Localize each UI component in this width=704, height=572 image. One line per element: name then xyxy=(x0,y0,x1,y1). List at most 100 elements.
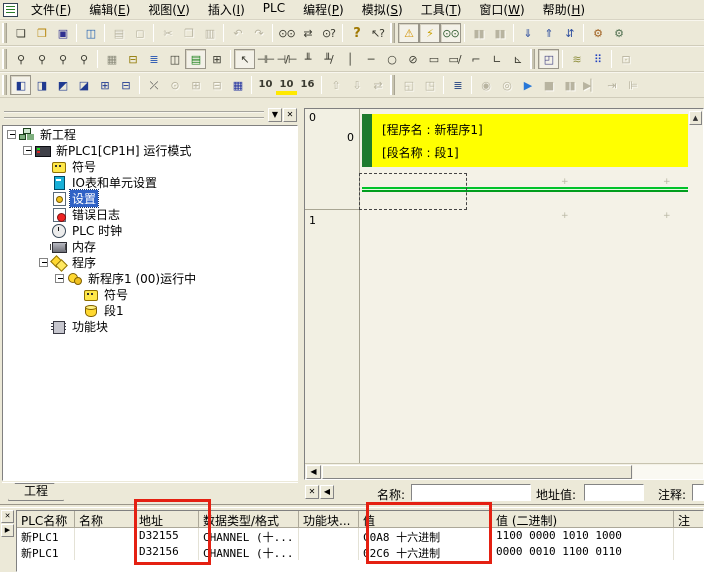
table-cell[interactable] xyxy=(75,544,135,560)
selected-ladder-cell[interactable] xyxy=(359,173,467,210)
new-coil-icon[interactable]: ○ xyxy=(381,49,402,69)
column-header[interactable]: 功能块... xyxy=(299,511,359,528)
column-header[interactable]: 地址 xyxy=(135,511,199,528)
table-cell[interactable]: 02C6 十六进制 xyxy=(359,544,492,560)
new-fb-invocation-icon[interactable]: ⌐ xyxy=(465,49,486,69)
scroll-up-icon[interactable]: ▲ xyxy=(689,111,702,125)
tree-item-程序[interactable]: 程序 xyxy=(3,254,297,270)
open-file-icon[interactable]: ❐ xyxy=(31,23,52,43)
column-header[interactable]: 注 xyxy=(674,511,704,528)
monitor-icon[interactable]: ⊙⊙ xyxy=(440,23,461,43)
cross-reference-icon[interactable]: ⤫ xyxy=(143,75,164,95)
mnemonic-window-icon[interactable]: ◨ xyxy=(31,75,52,95)
menu-item-9[interactable]: 窗口(W) xyxy=(470,0,533,20)
collapse-expander-icon[interactable] xyxy=(7,130,16,139)
help-icon[interactable]: ? xyxy=(346,23,367,43)
new-closed-contact-icon[interactable]: ⊣/⊢ xyxy=(276,49,297,69)
ladder-window-icon[interactable]: ◧ xyxy=(10,75,31,95)
compile-icon[interactable]: ◫ xyxy=(80,23,101,43)
table-cell[interactable]: 1100 0000 1010 1000 xyxy=(492,528,674,544)
horizontal-line-icon[interactable]: ─ xyxy=(360,49,381,69)
collapse-expander-icon[interactable] xyxy=(23,146,32,155)
expand-right-icon[interactable]: ▶ xyxy=(1,524,14,537)
toolbar-handle[interactable] xyxy=(2,49,7,69)
menu-item-1[interactable]: 文件(F) xyxy=(22,0,80,20)
close-icon[interactable]: ✕ xyxy=(1,510,14,523)
tree-item-内存[interactable]: 内存 xyxy=(3,238,297,254)
new-contact-icon[interactable]: ⊣⊢ xyxy=(255,49,276,69)
column-header[interactable]: 数据类型/格式 xyxy=(199,511,299,528)
tree-item-功能块[interactable]: 功能块 xyxy=(3,318,297,334)
column-header[interactable]: PLC名称 xyxy=(17,511,75,528)
collapse-expander-icon[interactable] xyxy=(39,258,48,267)
tree-item-新工程[interactable]: 新工程 xyxy=(3,126,297,142)
table-cell[interactable]: 新PLC1 xyxy=(17,528,75,544)
scroll-left-icon[interactable]: ◀ xyxy=(306,465,321,479)
tree-item-新程序1 (00)运行中[interactable]: 新程序1 (00)运行中 xyxy=(3,270,297,286)
find-icon[interactable]: ⊙⊙ xyxy=(276,23,297,43)
ladder-view-icon[interactable]: ▤ xyxy=(185,49,206,69)
compare-with-plc-icon[interactable]: ⇵ xyxy=(559,23,580,43)
new-closed-coil-icon[interactable]: ⊘ xyxy=(402,49,423,69)
symbol-window-icon[interactable]: ◩ xyxy=(52,75,73,95)
download-to-plc-icon[interactable]: ⇓ xyxy=(517,23,538,43)
stacked-views-icon[interactable]: ≋ xyxy=(566,49,587,69)
select-tool-icon[interactable]: ↖ xyxy=(234,49,255,69)
table-cell[interactable] xyxy=(75,528,135,544)
table-cell[interactable]: CHANNEL (十... xyxy=(199,528,299,544)
save-icon[interactable]: ▣ xyxy=(52,23,73,43)
table-row[interactable]: 新PLC1 D32155CHANNEL (十... C0A8 十六进制1100 00… xyxy=(17,528,703,544)
panel-close-icon[interactable]: ✕ xyxy=(283,108,297,122)
watch-window-icon[interactable]: ≣ xyxy=(447,75,468,95)
new-instruction-icon[interactable]: ▭ xyxy=(423,49,444,69)
menu-item-5[interactable]: PLC xyxy=(254,0,294,20)
split-window-icon[interactable]: ◫ xyxy=(164,49,185,69)
symbol-table-icon[interactable]: ≣ xyxy=(143,49,164,69)
table-cell[interactable] xyxy=(674,544,704,560)
run-icon[interactable]: ▶ xyxy=(517,75,538,95)
menu-item-3[interactable]: 视图(V) xyxy=(139,0,199,20)
menu-item-10[interactable]: 帮助(H) xyxy=(534,0,594,20)
online-edit-icon[interactable]: ⚙ xyxy=(587,23,608,43)
simulator-online-icon[interactable]: ⚡ xyxy=(419,23,440,43)
table-row[interactable]: 新PLC1D32156CHANNEL (十...02C6 十六进制0000 00… xyxy=(17,544,703,560)
toolbar-handle[interactable] xyxy=(2,75,7,95)
grid-toggle-icon[interactable]: ▦ xyxy=(101,49,122,69)
scrollbar-track[interactable] xyxy=(633,465,703,479)
zoom-fit-icon[interactable]: ⚲ xyxy=(73,49,94,69)
table-cell[interactable] xyxy=(299,544,359,560)
new-fb-parameter-icon[interactable]: ∟ xyxy=(486,49,507,69)
new-file-icon[interactable]: ❏ xyxy=(10,23,31,43)
settings-window-icon[interactable]: ⊞ xyxy=(94,75,115,95)
address-field[interactable] xyxy=(584,484,644,501)
project-panel-gripper[interactable]: ▼ ✕ xyxy=(2,108,298,123)
horizontal-divider[interactable] xyxy=(0,504,704,508)
upload-from-plc-icon[interactable]: ⇑ xyxy=(538,23,559,43)
column-header[interactable]: 值 (二进制) xyxy=(492,511,674,528)
collapse-left-icon[interactable]: ◀ xyxy=(320,485,334,499)
dialog-icon[interactable]: ⊟ xyxy=(122,49,143,69)
program-banner[interactable]: [程序名 : 新程序1] [段名称 : 段1] xyxy=(372,114,688,167)
menu-item-6[interactable]: 编程(P) xyxy=(294,0,353,20)
new-inverted-instruction-icon[interactable]: ▭/ xyxy=(444,49,465,69)
collapse-expander-icon[interactable] xyxy=(55,274,64,283)
search-symbol-icon[interactable]: ⊙? xyxy=(318,23,339,43)
column-header[interactable]: 名称 xyxy=(75,511,135,528)
menu-item-7[interactable]: 模拟(S) xyxy=(353,0,412,20)
tree-item-符号[interactable]: 符号 xyxy=(3,286,297,302)
table-cell[interactable] xyxy=(674,528,704,544)
work-online-icon[interactable]: ⚠ xyxy=(398,23,419,43)
new-closed-or-contact-icon[interactable]: ╨/ xyxy=(318,49,339,69)
table-cell[interactable] xyxy=(299,528,359,544)
table-cell[interactable]: 新PLC1 xyxy=(17,544,75,560)
table-cell[interactable]: C0A8 十六进制 xyxy=(359,528,492,544)
menu-item-2[interactable]: 编辑(E) xyxy=(80,0,139,20)
toolbar-handle[interactable] xyxy=(390,23,395,43)
vertical-line-icon[interactable]: │ xyxy=(339,49,360,69)
tab-project[interactable]: 工程 xyxy=(8,483,64,501)
table-cell[interactable]: D32155 xyxy=(135,528,199,544)
io-grid-icon[interactable]: ⠿ xyxy=(587,49,608,69)
tree-item-符号[interactable]: 符号 xyxy=(3,158,297,174)
monitor-signed-decimal-icon[interactable]: 10 xyxy=(276,75,297,95)
toolbar-handle[interactable] xyxy=(390,75,395,95)
